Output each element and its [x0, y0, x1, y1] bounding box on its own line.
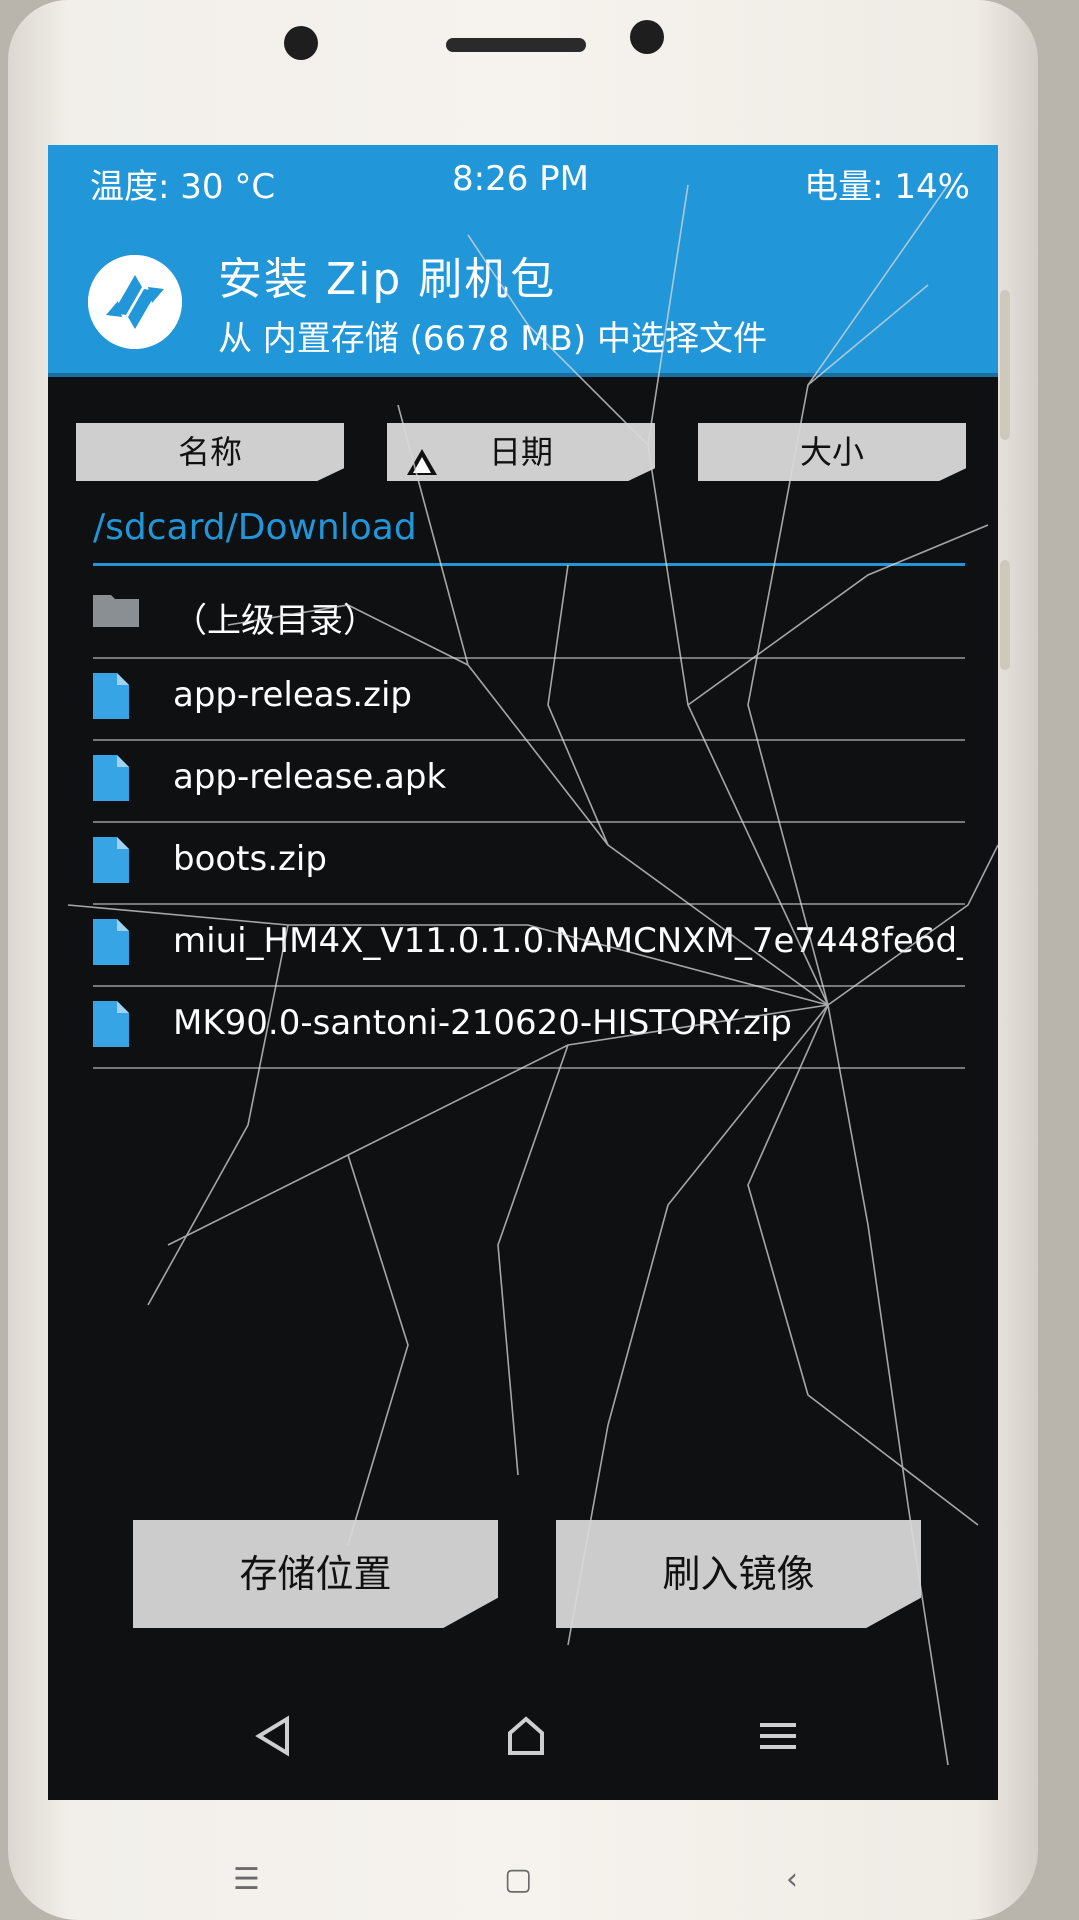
- volume-button: [1000, 290, 1010, 440]
- hw-home-key-icon: ▢: [504, 1862, 533, 1897]
- twrp-logo-icon: [88, 255, 182, 349]
- battery-text: 电量: 14%: [804, 167, 970, 207]
- nav-bar: [48, 1705, 998, 1800]
- list-item-parent-directory[interactable]: （上级目录）: [93, 575, 965, 659]
- file-icon: [93, 673, 129, 728]
- file-icon: [93, 919, 129, 974]
- sort-ascending-icon: [405, 437, 439, 481]
- sort-size-label: 大小: [799, 433, 864, 471]
- list-item-label: MK90.0-santoni-210620-HISTORY.zip: [173, 1003, 792, 1043]
- power-button: [1000, 560, 1010, 670]
- page-header: 安装 Zip 刷机包 从 内置存储 (6678 MB) 中选择文件: [48, 223, 998, 377]
- hw-menu-key-icon: ☰: [233, 1862, 260, 1897]
- storage-location-button[interactable]: 存储位置: [133, 1520, 498, 1628]
- temperature-text: 温度: 30 °C: [90, 167, 276, 207]
- storage-location-label: 存储位置: [239, 1552, 392, 1596]
- list-item-file[interactable]: miui_HM4X_V11.0.1.0.NAMCNXM_7e7448fe6d_7: [93, 903, 965, 987]
- list-item-label: app-releas.zip: [173, 675, 413, 715]
- list-item-file[interactable]: MK90.0-santoni-210620-HISTORY.zip: [93, 985, 965, 1069]
- list-item-file[interactable]: boots.zip: [93, 821, 965, 905]
- clock-text: 8:26 PM: [452, 159, 589, 199]
- hw-back-key-icon: ‹: [786, 1862, 798, 1897]
- home-icon[interactable]: [506, 1715, 546, 1761]
- folder-icon: [93, 591, 139, 636]
- list-item-label: （上级目录）: [173, 601, 377, 641]
- path-divider: [93, 563, 965, 566]
- list-item-file[interactable]: app-releas.zip: [93, 657, 965, 741]
- file-icon: [93, 837, 129, 892]
- sort-by-date-button[interactable]: 日期: [387, 423, 655, 481]
- flash-image-button[interactable]: 刷入镜像: [556, 1520, 921, 1628]
- list-item-label: miui_HM4X_V11.0.1.0.NAMCNXM_7e7448fe6d_7: [173, 921, 963, 961]
- back-icon[interactable]: [253, 1715, 293, 1761]
- list-item-label: app-release.apk: [173, 757, 447, 797]
- sort-name-label: 名称: [177, 433, 242, 471]
- list-item-file[interactable]: app-release.apk: [93, 739, 965, 823]
- front-camera-icon: [284, 26, 318, 60]
- flash-image-label: 刷入镜像: [662, 1552, 815, 1596]
- menu-icon[interactable]: [758, 1715, 798, 1761]
- status-bar: 温度: 30 °C 8:26 PM 电量: 14%: [48, 145, 998, 223]
- page-subtitle: 从 内置存储 (6678 MB) 中选择文件: [218, 319, 767, 359]
- file-icon: [93, 755, 129, 810]
- sensor-icon: [630, 20, 664, 54]
- sort-date-label: 日期: [488, 433, 553, 471]
- list-item-label: boots.zip: [173, 839, 327, 879]
- earpiece-speaker: [446, 38, 586, 52]
- sort-by-name-button[interactable]: 名称: [76, 423, 344, 481]
- file-icon: [93, 1001, 129, 1056]
- current-path: /sdcard/Download: [93, 507, 417, 548]
- page-title: 安装 Zip 刷机包: [218, 254, 557, 305]
- twrp-screen: 温度: 30 °C 8:26 PM 电量: 14% 安装 Zip 刷机包 从 内…: [48, 145, 998, 1800]
- phone-body: ☰ ▢ ‹ 温度: 30 °C 8:26 PM 电量: 14% 安装 Zip 刷…: [8, 0, 1038, 1920]
- sort-by-size-button[interactable]: 大小: [698, 423, 966, 481]
